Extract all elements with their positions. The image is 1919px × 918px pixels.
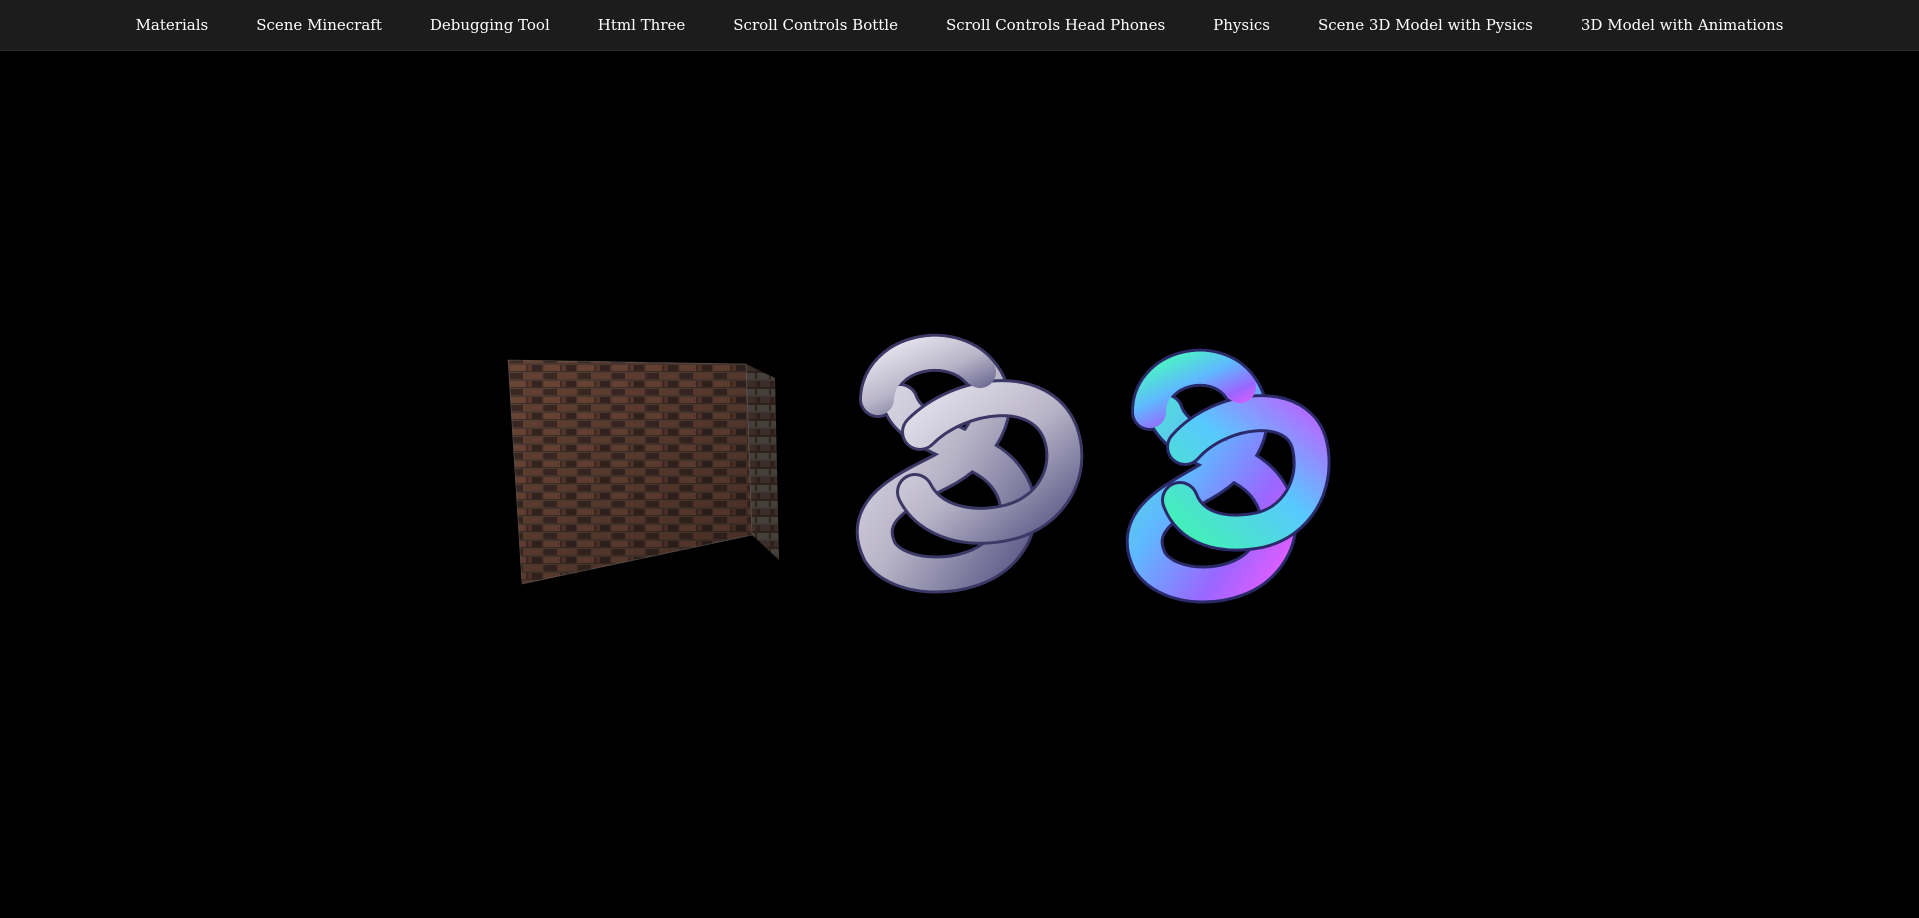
brick-cube — [507, 359, 779, 585]
three-canvas[interactable] — [0, 52, 1919, 918]
top-navbar: Materials Scene Minecraft Debugging Tool… — [0, 0, 1919, 51]
nav-link-scene-minecraft[interactable]: Scene Minecraft — [232, 0, 406, 51]
nav-link-scene-3d-model-physics[interactable]: Scene 3D Model with Pysics — [1294, 0, 1557, 51]
nav-link-physics[interactable]: Physics — [1189, 0, 1294, 51]
nav-link-debugging-tool[interactable]: Debugging Tool — [406, 0, 574, 51]
nav-link-scroll-controls-head-phones[interactable]: Scroll Controls Head Phones — [922, 0, 1189, 51]
nav-link-3d-model-animations[interactable]: 3D Model with Animations — [1557, 0, 1808, 51]
nav-link-scroll-controls-bottle[interactable]: Scroll Controls Bottle — [709, 0, 922, 51]
scene-render — [507, 333, 1331, 604]
torus-knot-normal — [1125, 348, 1331, 604]
nav-link-html-three[interactable]: Html Three — [574, 0, 710, 51]
torus-knot-standard — [855, 333, 1084, 594]
nav-link-materials[interactable]: Materials — [112, 0, 233, 51]
